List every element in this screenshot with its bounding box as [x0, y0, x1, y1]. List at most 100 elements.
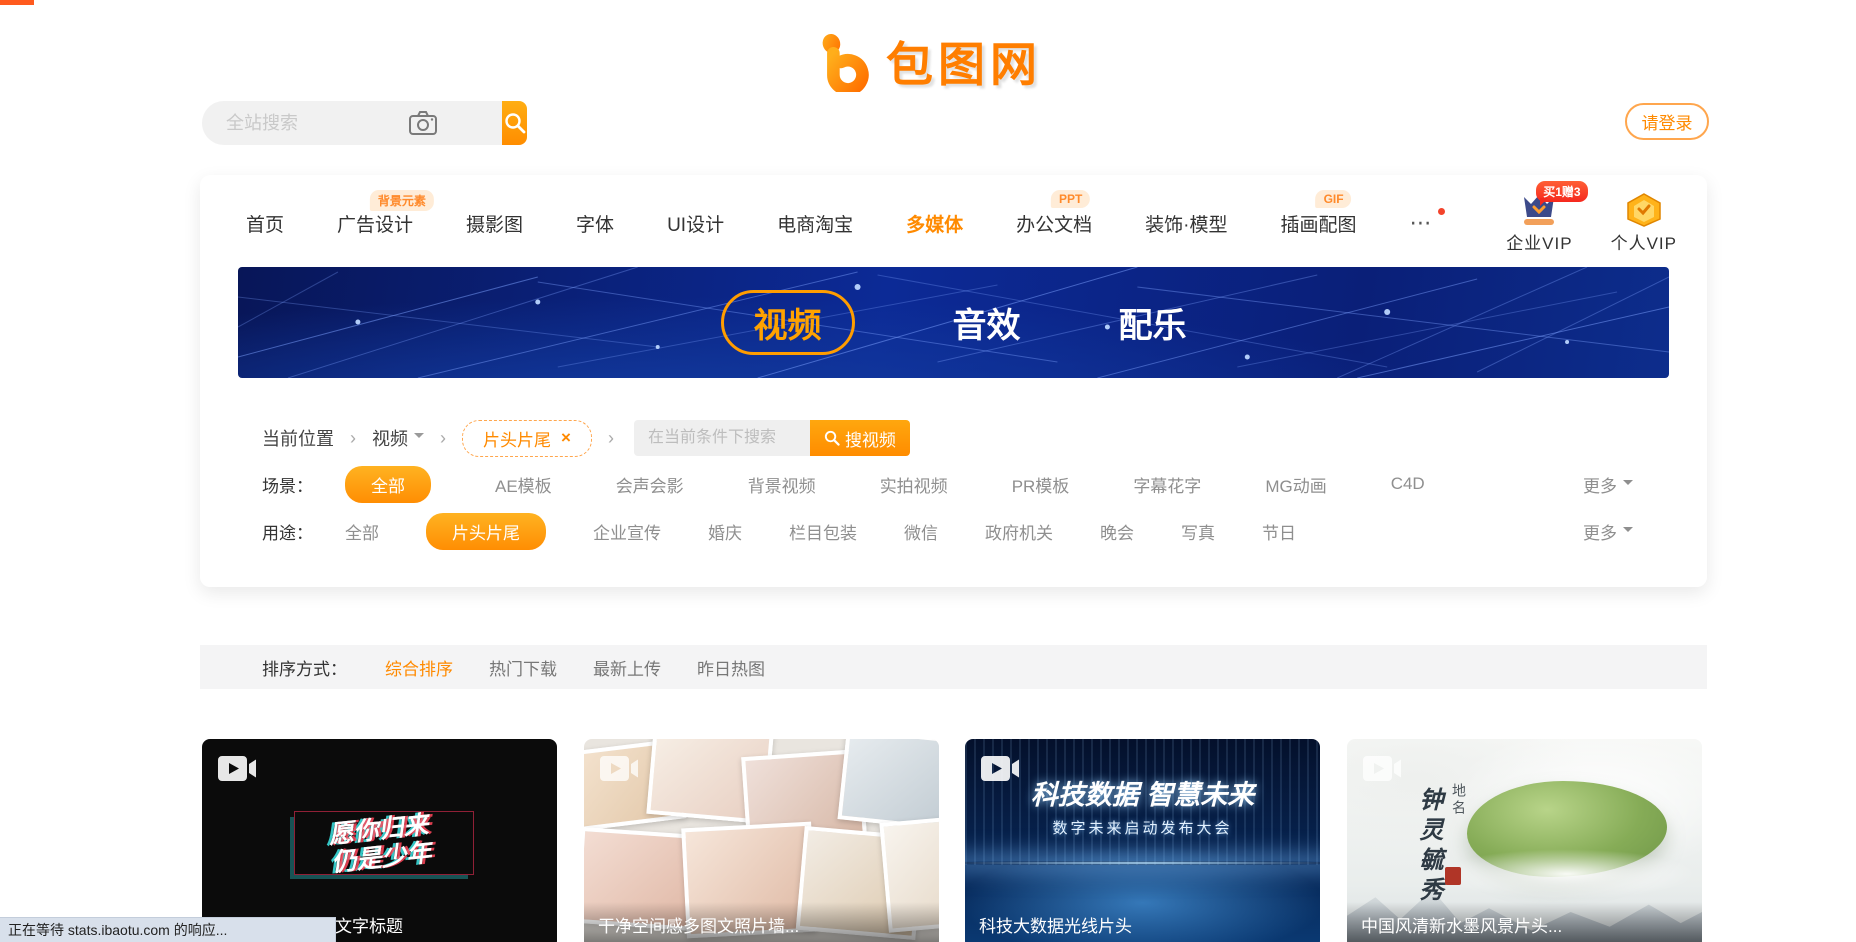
- main-panel: 首页 广告设计 背景元素 摄影图 字体 UI设计 电商淘宝 多媒体 办公文档 P…: [200, 175, 1707, 587]
- scene-option-all[interactable]: 全部: [345, 466, 431, 503]
- scene-more-link[interactable]: 更多: [1583, 472, 1633, 497]
- video-card-title: 科技大数据光线片头: [965, 902, 1320, 942]
- tag-close-icon[interactable]: ×: [561, 428, 571, 448]
- filter-label-usage: 用途：: [262, 519, 313, 544]
- enterprise-vip-label: 企业VIP: [1506, 229, 1572, 254]
- usage-option-portrait[interactable]: 写真: [1181, 519, 1215, 544]
- nav-item-ad-design[interactable]: 广告设计 背景元素: [337, 210, 413, 237]
- scene-option-ae[interactable]: AE模板: [495, 472, 552, 497]
- nav-item-office-docs[interactable]: 办公文档 PPT: [1016, 210, 1092, 237]
- personal-vip-label: 个人VIP: [1611, 229, 1677, 254]
- video-card[interactable]: 科技数据 智慧未来 数字未来启动发布大会 科技大数据光线片头: [965, 739, 1320, 942]
- video-icon: [600, 755, 638, 782]
- scene-option-huisheng[interactable]: 会声会影: [616, 472, 684, 497]
- video-card[interactable]: 干净空间感多图文照片墙...: [584, 739, 939, 942]
- search-button[interactable]: [502, 101, 527, 145]
- site-search-input[interactable]: [202, 101, 502, 145]
- category-banner: 视频 音效 配乐: [238, 267, 1669, 378]
- sort-label: 排序方式：: [262, 655, 347, 680]
- sort-option-comprehensive[interactable]: 综合排序: [385, 655, 453, 680]
- personal-vip-link[interactable]: 个人VIP: [1611, 193, 1677, 254]
- video-card[interactable]: 愿你归来仍是少年 抖音风格毕业季文字标题: [202, 739, 557, 942]
- sort-option-popular[interactable]: 热门下载: [489, 655, 557, 680]
- nav-item-illustration[interactable]: 插画配图 GIF: [1280, 210, 1356, 237]
- collage-photo: [837, 739, 939, 830]
- site-logo-text: 包图网: [886, 26, 1042, 95]
- usage-more-link[interactable]: 更多: [1583, 519, 1633, 544]
- card-art-text: 愿你归来仍是少年: [327, 812, 432, 877]
- video-card-title: 中国风清新水墨风景片头...: [1347, 902, 1702, 942]
- scene-option-live[interactable]: 实拍视频: [880, 472, 948, 497]
- card-art-horizon: [965, 861, 1320, 865]
- scene-option-mg[interactable]: MG动画: [1265, 472, 1326, 497]
- tab-sound-effects[interactable]: 音效: [953, 298, 1021, 347]
- tab-music[interactable]: 配乐: [1119, 298, 1187, 347]
- nav-badge-ppt: PPT: [1051, 190, 1090, 208]
- card-art-subtext: 数字未来启动发布大会: [1052, 817, 1232, 838]
- sort-option-yesterday-hot[interactable]: 昨日热图: [697, 655, 765, 680]
- video-icon: [981, 755, 1019, 782]
- usage-option-wechat[interactable]: 微信: [904, 519, 938, 544]
- nav-item-ecommerce[interactable]: 电商淘宝: [777, 210, 853, 237]
- scene-option-c4d[interactable]: C4D: [1391, 474, 1425, 494]
- baotu-logo-icon: [814, 30, 876, 92]
- vip-promo-badge: 买1赠3: [1536, 181, 1587, 202]
- image-search-camera-icon[interactable]: [409, 110, 437, 136]
- enterprise-vip-link[interactable]: 企业VIP 买1赠3: [1506, 193, 1572, 254]
- usage-options: 全部 片头片尾 企业宣传 婚庆 栏目包装 微信 政府机关 晚会 写真 节日: [345, 513, 1296, 550]
- gem-icon: [1625, 193, 1663, 227]
- breadcrumb-category[interactable]: 视频: [372, 425, 424, 451]
- video-card[interactable]: 钟灵毓秀 地名 中国风清新水墨风景片头...: [1347, 739, 1702, 942]
- filter-tag-pill[interactable]: 片头片尾 ×: [462, 420, 592, 457]
- site-search: [202, 101, 527, 145]
- nav-badge-gif: GIF: [1316, 190, 1352, 208]
- red-seal: [1445, 867, 1461, 885]
- card-art-side-text: 地名: [1449, 783, 1469, 817]
- loading-progress-strip: [0, 0, 34, 5]
- scene-option-subtitle[interactable]: 字幕花字: [1133, 472, 1201, 497]
- video-card-title: 干净空间感多图文照片墙...: [584, 902, 939, 942]
- usage-option-corporate[interactable]: 企业宣传: [593, 519, 661, 544]
- search-icon: [824, 430, 840, 446]
- breadcrumb-label: 当前位置: [262, 425, 334, 451]
- scene-option-background[interactable]: 背景视频: [748, 472, 816, 497]
- video-icon: [218, 755, 256, 782]
- usage-option-intro-outro[interactable]: 片头片尾: [426, 513, 546, 550]
- nav-item-fonts[interactable]: 字体: [576, 210, 614, 237]
- nav-item-multimedia[interactable]: 多媒体: [906, 210, 963, 237]
- usage-option-all[interactable]: 全部: [345, 519, 379, 544]
- contextual-search-input[interactable]: [634, 420, 810, 456]
- chevron-down-icon: [1623, 480, 1633, 490]
- search-videos-button[interactable]: 搜视频: [810, 420, 910, 456]
- filter-label-scene: 场景：: [262, 472, 313, 497]
- nav-item-decor-models[interactable]: 装饰·模型: [1145, 210, 1227, 237]
- main-nav: 首页 广告设计 背景元素 摄影图 字体 UI设计 电商淘宝 多媒体 办公文档 P…: [200, 175, 1707, 257]
- usage-option-festival[interactable]: 节日: [1262, 519, 1296, 544]
- card-art-mist: [1437, 849, 1697, 899]
- banner-tabs: 视频 音效 配乐: [238, 267, 1669, 378]
- login-button[interactable]: 请登录: [1625, 103, 1709, 140]
- usage-option-government[interactable]: 政府机关: [985, 519, 1053, 544]
- nav-more-menu[interactable]: ⋯: [1409, 210, 1433, 236]
- contextual-search: 搜视频: [634, 420, 910, 456]
- notification-dot: [1438, 208, 1445, 215]
- site-logo[interactable]: 包图网: [814, 26, 1042, 95]
- vip-group: 企业VIP 买1赠3 个人VIP: [1506, 193, 1677, 254]
- breadcrumb: 当前位置 › 视频 › 片头片尾 × › 搜视频: [262, 418, 1645, 458]
- sort-option-newest[interactable]: 最新上传: [593, 655, 661, 680]
- page: 包图网 请登录 首页 广告设计 背景元素: [0, 0, 1856, 942]
- breadcrumb-separator: ›: [350, 428, 356, 449]
- nav-badge-bg-elements: 背景元素: [370, 190, 434, 211]
- nav-item-home[interactable]: 首页: [246, 210, 284, 237]
- sort-bar: 排序方式： 综合排序 热门下载 最新上传 昨日热图: [200, 645, 1707, 689]
- chevron-down-icon: [414, 433, 424, 443]
- tab-video[interactable]: 视频: [721, 290, 855, 355]
- nav-item-ui-design[interactable]: UI设计: [667, 210, 724, 237]
- chevron-down-icon: [1623, 527, 1633, 537]
- usage-option-wedding[interactable]: 婚庆: [708, 519, 742, 544]
- usage-option-packaging[interactable]: 栏目包装: [789, 519, 857, 544]
- nav-item-photography[interactable]: 摄影图: [466, 210, 523, 237]
- usage-option-gala[interactable]: 晚会: [1100, 519, 1134, 544]
- browser-status-bar: 正在等待 stats.ibaotu.com 的响应...: [0, 917, 336, 942]
- scene-option-pr[interactable]: PR模板: [1012, 472, 1070, 497]
